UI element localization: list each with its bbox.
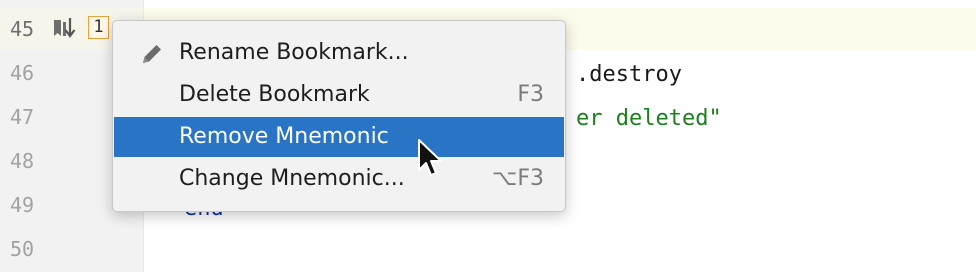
code-editor: 45 46 47 48 49 50 1 .destroy er deleted"…: [0, 0, 976, 272]
menu-item-label: Rename Bookmark...: [179, 40, 409, 65]
line-number: 49: [10, 193, 35, 217]
menu-item-delete-bookmark[interactable]: Delete Bookmark F3: [114, 75, 564, 115]
code-string-text: er deleted": [576, 106, 722, 131]
line-number: 46: [10, 61, 35, 85]
mouse-pointer-icon: [416, 138, 444, 180]
menu-item-shortcut: F3: [517, 82, 544, 107]
line-number: 47: [10, 105, 35, 129]
pencil-icon: [139, 41, 165, 67]
line-number: 50: [10, 237, 35, 261]
menu-item-label: Change Mnemonic...: [179, 166, 405, 191]
menu-item-remove-mnemonic[interactable]: Remove Mnemonic: [114, 117, 564, 157]
menu-item-rename-bookmark[interactable]: Rename Bookmark...: [114, 33, 564, 73]
bookmark-mnemonic-badge[interactable]: 1: [88, 16, 109, 39]
menu-item-shortcut: ⌥F3: [491, 166, 544, 191]
line-number: 45: [10, 17, 35, 41]
menu-item-label: Remove Mnemonic: [179, 124, 389, 149]
menu-item-label: Delete Bookmark: [179, 82, 370, 107]
bookmark-context-menu: Rename Bookmark... Delete Bookmark F3 Re…: [112, 20, 566, 212]
code-text: .destroy: [576, 62, 682, 87]
line-number: 48: [10, 149, 35, 173]
menu-item-change-mnemonic[interactable]: Change Mnemonic... ⌥F3: [114, 159, 564, 199]
bookmark-sort-icon[interactable]: [52, 16, 80, 40]
